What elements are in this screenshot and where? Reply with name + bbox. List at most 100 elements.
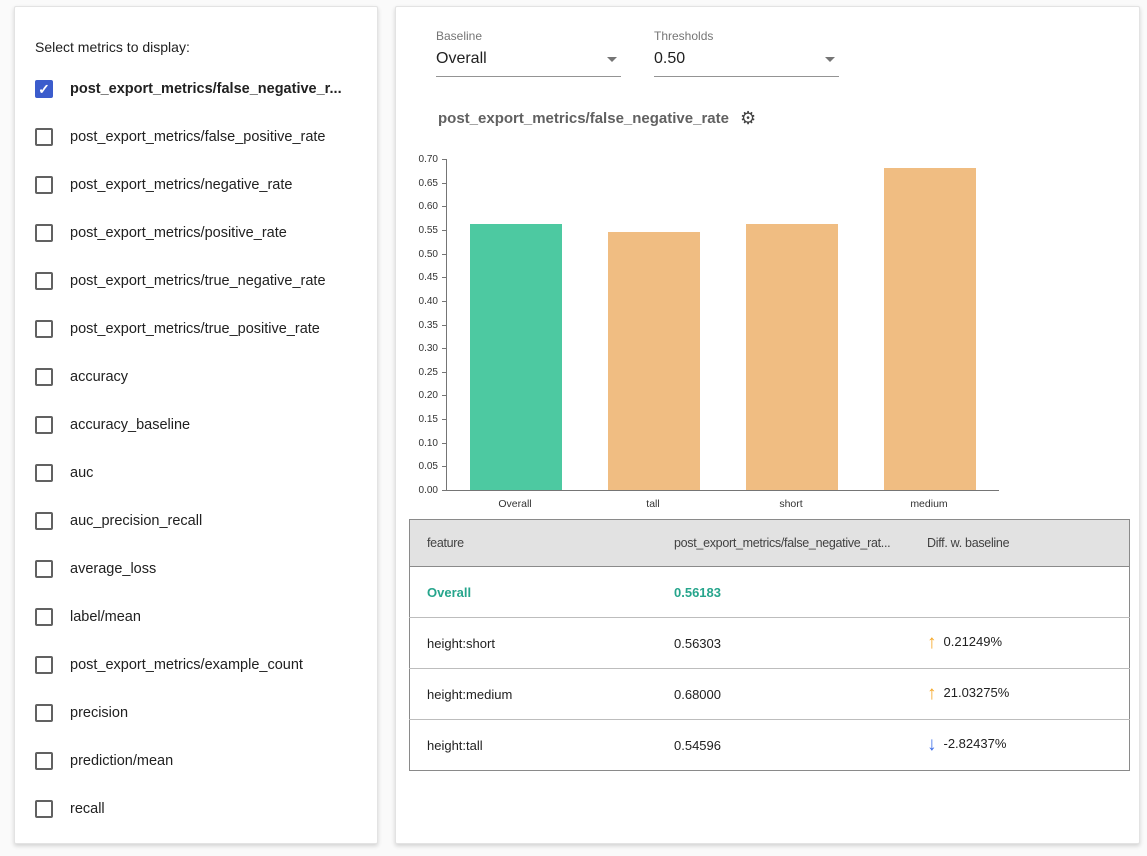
metric-item-post-export-metrics-true-negative-rate[interactable]: post_export_metrics/true_negative_rate: [35, 257, 373, 305]
chevron-down-icon[interactable]: [607, 57, 617, 62]
metric-label: auc_precision_recall: [70, 513, 202, 529]
y-axis-tick-label: 0.25: [419, 367, 438, 378]
metric-item-prediction-mean[interactable]: prediction/mean: [35, 737, 373, 785]
metric-value-cell: 0.56303: [657, 618, 910, 669]
feature-cell: height:tall: [410, 720, 658, 771]
table-header-cell: feature: [410, 520, 658, 567]
checkbox-unchecked-icon[interactable]: [35, 176, 53, 194]
y-axis-tick-label: 0.30: [419, 343, 438, 354]
metric-item-accuracy-baseline[interactable]: accuracy_baseline: [35, 401, 373, 449]
y-axis-tick: [442, 277, 446, 278]
y-axis-tick-label: 0.20: [419, 390, 438, 401]
metric-item-post-export-metrics-example-count[interactable]: post_export_metrics/example_count: [35, 641, 373, 689]
metric-value-cell: 0.56183: [657, 567, 910, 618]
y-axis-tick-label: 0.50: [419, 249, 438, 260]
y-axis-tick-label: 0.10: [419, 438, 438, 449]
metric-value-cell: 0.68000: [657, 669, 910, 720]
baseline-dropdown-label: Baseline: [436, 29, 621, 43]
metric-label: post_export_metrics/example_count: [70, 657, 303, 673]
checkbox-unchecked-icon[interactable]: [35, 608, 53, 626]
table-row-height-short: height:short0.56303↑0.21249%: [410, 618, 1130, 669]
metric-item-label-mean[interactable]: label/mean: [35, 593, 373, 641]
y-axis-tick-label: 0.35: [419, 320, 438, 331]
metric-item-recall[interactable]: recall: [35, 785, 373, 833]
metric-label: prediction/mean: [70, 753, 173, 769]
checkbox-unchecked-icon[interactable]: [35, 272, 53, 290]
y-axis-tick: [442, 325, 446, 326]
bar-short[interactable]: [746, 224, 838, 490]
y-axis-tick: [442, 348, 446, 349]
y-axis-tick-label: 0.55: [419, 225, 438, 236]
checkbox-unchecked-icon[interactable]: [35, 368, 53, 386]
diff-cell: ↑0.21249%: [910, 618, 1130, 669]
x-axis-tick-label: medium: [869, 498, 989, 510]
table-row-height-medium: height:medium0.68000 ↑ 21.03275%: [410, 669, 1130, 720]
metric-item-auc-precision-recall[interactable]: auc_precision_recall: [35, 497, 373, 545]
metric-item-post-export-metrics-positive-rate[interactable]: post_export_metrics/positive_rate: [35, 209, 373, 257]
y-axis-tick-label: 0.05: [419, 461, 438, 472]
y-axis-tick: [442, 419, 446, 420]
metric-item-auc[interactable]: auc: [35, 449, 373, 497]
checkbox-unchecked-icon[interactable]: [35, 224, 53, 242]
metric-label: recall: [70, 801, 105, 817]
metric-label: precision: [70, 705, 128, 721]
y-axis-tick: [442, 372, 446, 373]
metric-item-post-export-metrics-true-positive-rate[interactable]: post_export_metrics/true_positive_rate: [35, 305, 373, 353]
bar-tall[interactable]: [608, 232, 700, 490]
metric-item-precision[interactable]: precision: [35, 689, 373, 737]
metric-label: post_export_metrics/false_positive_rate: [70, 129, 326, 145]
diff-value: -2.82437%: [944, 736, 1007, 751]
table-header-cell: Diff. w. baseline: [910, 520, 1130, 567]
bar-overall[interactable]: [470, 224, 562, 490]
checkbox-unchecked-icon[interactable]: [35, 320, 53, 338]
y-axis-tick-label: 0.45: [419, 272, 438, 283]
checkbox-unchecked-icon[interactable]: [35, 560, 53, 578]
x-axis-tick-label: short: [731, 498, 851, 510]
baseline-dropdown-value-row[interactable]: Overall: [436, 46, 621, 77]
thresholds-dropdown-value: 0.50: [654, 50, 685, 68]
checkbox-unchecked-icon[interactable]: [35, 656, 53, 674]
x-axis-tick-label: Overall: [455, 498, 575, 510]
gear-icon[interactable]: ⚙: [740, 109, 756, 127]
thresholds-dropdown-value-row[interactable]: 0.50: [654, 46, 839, 77]
diff-cell: [910, 567, 1130, 618]
metric-label: post_export_metrics/positive_rate: [70, 225, 287, 241]
table-header-cell: post_export_metrics/false_negative_rat..…: [657, 520, 910, 567]
metric-item-post-export-metrics-negative-rate[interactable]: post_export_metrics/negative_rate: [35, 161, 373, 209]
bar-medium[interactable]: [884, 168, 976, 490]
plot-area: [446, 159, 999, 491]
checkbox-unchecked-icon[interactable]: [35, 512, 53, 530]
table-header-row: featurepost_export_metrics/false_negativ…: [410, 520, 1130, 567]
checkbox-unchecked-icon[interactable]: [35, 416, 53, 434]
baseline-dropdown[interactable]: Baseline Overall: [436, 29, 621, 77]
checkbox-unchecked-icon[interactable]: [35, 800, 53, 818]
checkbox-unchecked-icon[interactable]: [35, 752, 53, 770]
chart-header: post_export_metrics/false_negative_rate …: [438, 109, 756, 127]
metric-label: label/mean: [70, 609, 141, 625]
metric-item-average-loss[interactable]: average_loss: [35, 545, 373, 593]
thresholds-dropdown[interactable]: Thresholds 0.50: [654, 29, 839, 77]
up-arrow-icon: ↑: [927, 632, 937, 654]
bar-chart: 0.000.050.100.150.200.250.300.350.400.45…: [396, 151, 1141, 523]
up-arrow-icon: ↑: [927, 683, 937, 705]
y-axis-tick-label: 0.00: [419, 485, 438, 496]
y-axis-tick: [442, 230, 446, 231]
metric-item-post-export-metrics-false-negative-r[interactable]: ✓post_export_metrics/false_negative_r...: [35, 65, 373, 113]
metric-item-accuracy[interactable]: accuracy: [35, 353, 373, 401]
feature-cell: height:medium: [410, 669, 658, 720]
diff-cell: ↓-2.82437%: [910, 720, 1130, 771]
metric-label: average_loss: [70, 561, 156, 577]
checkbox-checked-icon[interactable]: ✓: [35, 80, 53, 98]
checkbox-unchecked-icon[interactable]: [35, 704, 53, 722]
metric-item-post-export-metrics-false-positive-rate[interactable]: post_export_metrics/false_positive_rate: [35, 113, 373, 161]
chevron-down-icon[interactable]: [825, 57, 835, 62]
checkbox-unchecked-icon[interactable]: [35, 128, 53, 146]
baseline-dropdown-value: Overall: [436, 50, 487, 68]
metric-label: post_export_metrics/true_positive_rate: [70, 321, 320, 337]
metric-label: accuracy: [70, 369, 128, 385]
y-axis-tick-label: 0.60: [419, 201, 438, 212]
metric-list: ✓post_export_metrics/false_negative_r...…: [35, 65, 373, 833]
table-body: Overall0.56183height:short0.56303↑0.2124…: [410, 567, 1130, 771]
checkbox-unchecked-icon[interactable]: [35, 464, 53, 482]
diff-value: 21.03275%: [944, 685, 1010, 700]
